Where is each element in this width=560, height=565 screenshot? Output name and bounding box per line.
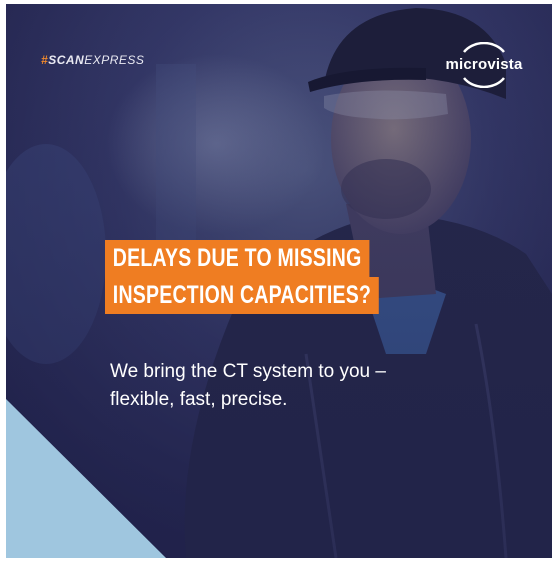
headline-line-1: DELAYS DUE TO MISSING xyxy=(105,240,370,277)
logo-text: microvista xyxy=(445,56,523,73)
subtext: We bring the CT system to you – flexible… xyxy=(110,358,386,414)
subtext-line-1: We bring the CT system to you – xyxy=(110,361,386,382)
microvista-logo: microvista xyxy=(432,42,536,88)
headline: DELAYS DUE TO MISSING INSPECTION CAPACIT… xyxy=(105,240,456,314)
hashtag-scanexpress: #SCANEXPRESS xyxy=(41,53,144,67)
subtext-line-2: flexible, fast, precise. xyxy=(110,389,288,410)
headline-line-2: INSPECTION CAPACITIES? xyxy=(105,277,379,314)
hashtag-bold-part: SCAN xyxy=(48,53,85,67)
hashtag-rest-part: EXPRESS xyxy=(84,53,145,67)
ad-card: #SCANEXPRESS microvista DELAYS DUE TO MI… xyxy=(6,4,552,558)
